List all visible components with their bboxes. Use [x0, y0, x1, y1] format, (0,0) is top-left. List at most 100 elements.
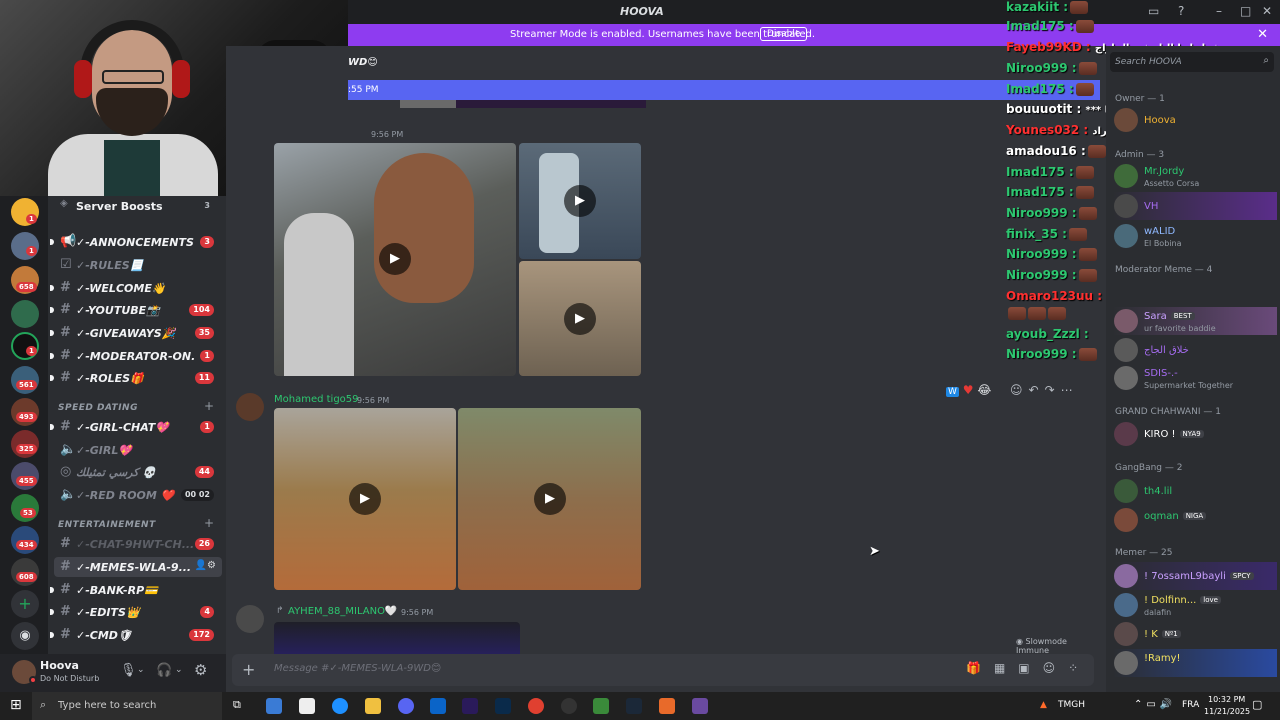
edge-icon[interactable] [332, 698, 348, 714]
avatar[interactable] [236, 393, 264, 421]
inbox-icon[interactable]: ▭ [1148, 4, 1159, 18]
message-author[interactable]: AYHEM_88_MILANO🤍 [288, 606, 397, 617]
tray-icons[interactable]: ⌃▭🔊 [1134, 699, 1176, 710]
chevron-down-icon[interactable]: ⌄ [175, 665, 183, 675]
clock-date[interactable]: 11/21/2025 [1204, 707, 1250, 716]
file-explorer-icon[interactable] [365, 698, 381, 714]
channel-rules[interactable]: ☑ ✓-RULES📃 [48, 255, 226, 275]
message-actions[interactable]: W ♥ 😂 [946, 383, 991, 397]
notepad-icon[interactable] [299, 698, 315, 714]
close-window-button[interactable]: ✕ [1262, 4, 1272, 18]
clock-time[interactable]: 10:32 PM [1208, 695, 1245, 704]
channel-roles[interactable]: # ✓-ROLES🎁 11 [48, 368, 226, 388]
avatar[interactable] [236, 605, 264, 633]
member-item[interactable]: VH [1113, 192, 1277, 220]
channel-edits[interactable]: # ✓-EDITS👑 4 [48, 602, 226, 622]
app-icon[interactable] [593, 698, 609, 714]
discord-icon[interactable] [398, 698, 414, 714]
channel-giveaways[interactable]: # ✓-GIVEAWAYS🎉 35 [48, 323, 226, 343]
minimize-button[interactable]: – [1216, 4, 1222, 18]
gear-icon[interactable]: ⚙ [194, 661, 207, 679]
chrome-icon[interactable] [528, 698, 544, 714]
laugh-emoji-icon[interactable]: 😂 [977, 383, 991, 397]
photoshop-icon[interactable] [495, 698, 511, 714]
member-item[interactable]: oqman NIGA [1113, 506, 1277, 534]
message-author[interactable]: Mohamed tigo59 [274, 394, 359, 405]
channel-girl-voice[interactable]: 🔈 ✓-GIRL💖 [48, 440, 226, 460]
app-icon[interactable] [659, 698, 675, 714]
member-item[interactable]: wALID El Bobina [1113, 222, 1277, 250]
message-composer[interactable]: + Message #✓-MEMES-WLA-9WD😊 🎁▦▣☺⁘ [232, 654, 1094, 686]
channel-announcements[interactable]: 📢 ✓-ANNONCEMENTS... 3 [48, 232, 226, 252]
video-attachment[interactable]: ▶ [274, 143, 516, 376]
help-icon[interactable]: ? [1178, 4, 1184, 18]
language-indicator[interactable]: FRA [1182, 700, 1199, 710]
search-input[interactable]: Search HOOVA ⌕ [1110, 52, 1274, 72]
member-item[interactable]: !Ramy! [1113, 649, 1277, 677]
steam-icon[interactable] [626, 698, 642, 714]
maximize-button[interactable]: □ [1240, 4, 1251, 18]
play-icon[interactable]: ▶ [564, 185, 596, 217]
headphones-icon[interactable]: 🎧 [156, 663, 172, 678]
microphone-icon[interactable]: 🎙 [120, 663, 137, 678]
video-attachment[interactable]: ▶ [519, 143, 641, 259]
category-speed-dating[interactable]: SPEED DATING [58, 403, 138, 413]
hash-icon: # [60, 604, 71, 619]
member-item[interactable]: Sara BEST ur favorite baddie [1113, 307, 1277, 335]
reply-actions[interactable]: ☺↶↷⋯ [1010, 383, 1079, 397]
channel-youtube[interactable]: # ✓-YOUTUBE📸 104 [48, 300, 226, 320]
channel-settings-icon[interactable]: 👤⚙ [195, 560, 216, 571]
store-icon[interactable] [266, 698, 282, 714]
server-icon[interactable] [11, 300, 39, 328]
member-item[interactable]: Hoova [1113, 106, 1277, 134]
member-item[interactable]: ! 7ossamL9bayli SPCY [1113, 562, 1277, 590]
play-icon[interactable]: ▶ [349, 483, 381, 515]
channel-cmd[interactable]: # ✓-CMD🛡 172 [48, 625, 226, 645]
play-icon[interactable]: ▶ [534, 483, 566, 515]
channel-chat-9hwt[interactable]: # ✓-CHAT-9HWT-CH... 26 [48, 534, 226, 554]
obs-icon[interactable] [561, 698, 577, 714]
outlook-icon[interactable] [430, 698, 446, 714]
disable-button[interactable]: Disable [760, 27, 808, 41]
category-entertainement[interactable]: ENTERTAINEMENT [58, 520, 156, 530]
channel-girl-chat[interactable]: # ✓-GIRL-CHAT💖 1 [48, 417, 226, 437]
composer-actions[interactable]: 🎁▦▣☺⁘ [966, 661, 1091, 675]
new-messages-bar[interactable]: :55 PM [348, 80, 1100, 100]
premiere-icon[interactable] [462, 698, 478, 714]
channel-memes-selected[interactable]: # ✓-MEMES-WLA-9... 👤⚙ [54, 557, 222, 577]
windows-start-icon[interactable]: ⊞ [10, 697, 22, 713]
chevron-down-icon[interactable]: ⌄ [137, 665, 145, 675]
add-channel-icon[interactable]: + [204, 399, 214, 413]
member-item[interactable]: SDIS-.- Supermarket Together [1113, 364, 1277, 392]
video-attachment[interactable]: ▶ [458, 408, 641, 590]
play-icon[interactable]: ▶ [564, 303, 596, 335]
media-attachment[interactable] [274, 622, 520, 654]
member-item[interactable]: ! Dolfinn... love dalafin [1113, 591, 1277, 619]
member-item[interactable]: ! K Nº1 [1113, 620, 1277, 648]
add-channel-icon[interactable]: + [204, 516, 214, 530]
stock-ticker[interactable]: TMGH [1058, 700, 1085, 710]
task-view-icon[interactable]: ⧉ [233, 698, 249, 714]
taskbar-search[interactable]: ⌕ Type here to search [32, 692, 222, 720]
member-item[interactable]: خلاق الجاج [1113, 336, 1277, 364]
channel-red-room[interactable]: 🔈 ✓-RED ROOM ❤️ 00 02 [48, 485, 226, 505]
channel-stage[interactable]: ◎ كرسي تمثيلك 💀 44 [48, 462, 226, 482]
app-icon[interactable] [692, 698, 708, 714]
play-icon[interactable]: ▶ [379, 243, 411, 275]
channel-bank-rp[interactable]: # ✓-BANK-RP💳 [48, 580, 226, 600]
video-attachment[interactable]: ▶ [274, 408, 456, 590]
add-server-icon[interactable]: + [11, 590, 39, 618]
heart-icon[interactable]: ♥ [963, 383, 974, 397]
member-item[interactable]: KIRO ! NYA9 [1113, 420, 1277, 448]
video-attachment[interactable]: ▶ [519, 261, 641, 376]
channel-welcome[interactable]: # ✓-WELCOME👋 [48, 278, 226, 298]
member-item[interactable]: Mr.Jordy Assetto Corsa [1113, 162, 1277, 190]
notification-icon[interactable]: ▢ [1252, 698, 1262, 711]
server-boosts[interactable]: ◈ Server Boosts 3 [48, 196, 226, 216]
channel-moderator[interactable]: # ✓-MODERATOR-ON... 1 [48, 346, 226, 366]
discover-icon[interactable]: ◉ [11, 622, 39, 650]
close-banner-icon[interactable]: ✕ [1257, 27, 1268, 42]
member-item[interactable]: th4.lil [1113, 477, 1277, 505]
w-emoji-icon[interactable]: W [946, 387, 959, 397]
add-attachment-icon[interactable]: + [242, 660, 255, 679]
